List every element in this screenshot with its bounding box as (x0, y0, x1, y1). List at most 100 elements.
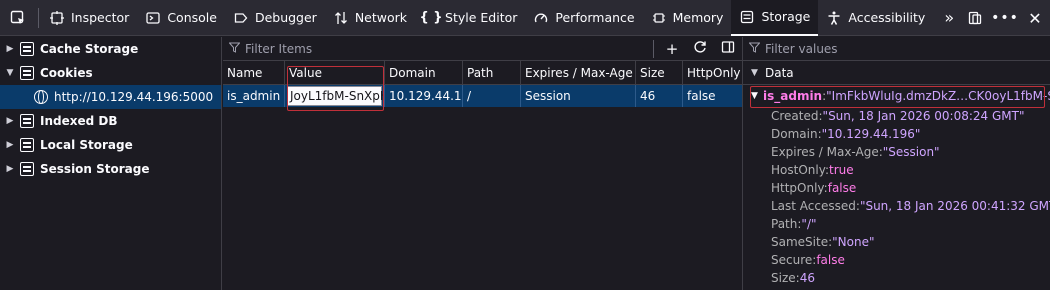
tab-label: Debugger (254, 10, 317, 25)
dock-toggle-button[interactable] (960, 0, 990, 36)
property-row[interactable]: Created:"Sun, 18 Jan 2026 00:08:24 GMT" (743, 107, 1050, 125)
cell-size[interactable]: 46 (636, 85, 683, 107)
tree-item-cookies[interactable]: ▼ Cookies (0, 61, 221, 85)
cell-domain[interactable]: 10.129.44.196 (385, 85, 463, 107)
root-key: is_admin (763, 89, 823, 103)
cookies-table-panel: Filter Items + Name Value Domain Path Ex… (223, 37, 742, 290)
tab-label: Memory (672, 10, 724, 25)
property-row[interactable]: Expires / Max-Age:"Session" (743, 143, 1050, 161)
tree-item-host[interactable]: http://10.129.44.196:5000 (0, 85, 221, 109)
collapse-arrow-icon[interactable]: ▼ (751, 85, 758, 107)
property-row[interactable]: SameSite:"None" (743, 233, 1050, 251)
tree-item-indexed-db[interactable]: ▶ Indexed DB (0, 109, 221, 133)
property-value: "Sun, 18 Jan 2026 00:41:32 GMT" (859, 199, 1050, 213)
tab-label: Inspector (71, 10, 130, 25)
cell-value-editor[interactable]: JoyL1fbM-SnXpH0 (287, 86, 384, 106)
more-options-button[interactable]: ••• (990, 0, 1020, 36)
cookie-properties: Created:"Sun, 18 Jan 2026 00:08:24 GMT" D… (743, 107, 1050, 287)
collapse-arrow-icon[interactable]: ▼ (0, 68, 20, 78)
expand-arrow-icon[interactable]: ▶ (0, 140, 20, 150)
cell-path[interactable]: / (463, 85, 521, 107)
tree-item-label: Cookies (40, 66, 93, 80)
property-value: "10.129.44.196" (821, 127, 921, 141)
property-row[interactable]: Path:"/" (743, 215, 1050, 233)
data-section-header[interactable]: ▼ Data (743, 61, 1050, 85)
column-header-domain[interactable]: Domain (385, 61, 463, 85)
refresh-icon (694, 40, 706, 53)
tab-storage[interactable]: Storage (731, 0, 819, 36)
ellipsis-icon: ••• (991, 10, 1019, 26)
tab-label: Accessibility (848, 10, 926, 25)
column-header-name[interactable]: Name (223, 61, 285, 85)
tab-network[interactable]: Network (325, 0, 415, 36)
storage-icon (20, 138, 34, 152)
tree-item-session-storage[interactable]: ▶ Session Storage (0, 157, 221, 181)
globe-icon (34, 90, 48, 104)
debugger-icon (233, 10, 249, 26)
cell-expires[interactable]: Session (521, 85, 636, 107)
sidebar-filter-bar: Filter values (743, 37, 1050, 61)
refresh-button[interactable] (686, 40, 714, 58)
property-value: "Session" (882, 145, 940, 159)
tab-accessibility[interactable]: Accessibility (818, 0, 933, 36)
property-key: SameSite (771, 235, 829, 249)
tab-memory[interactable]: Memory (643, 0, 732, 36)
property-value: false (827, 181, 857, 195)
property-key: Secure (771, 253, 813, 267)
table-row[interactable]: is_admin JoyL1fbM-SnXpH0 10.129.44.196 /… (223, 85, 742, 107)
storage-icon (20, 162, 34, 176)
tree-item-label: Local Storage (40, 138, 133, 152)
property-row[interactable]: Domain:"10.129.44.196" (743, 125, 1050, 143)
tab-console[interactable]: Console (137, 0, 225, 36)
tree-item-local-storage[interactable]: ▶ Local Storage (0, 133, 221, 157)
cookie-root-node[interactable]: ▼ is_admin:"ImFkbWluIg.dmzDkZ…CK0oyL1fbM… (743, 85, 1050, 107)
property-row[interactable]: Last Accessed:"Sun, 18 Jan 2026 00:41:32… (743, 197, 1050, 215)
property-value: "/" (801, 217, 817, 231)
column-header-size[interactable]: Size (636, 61, 683, 85)
filter-icon (223, 42, 245, 56)
close-button[interactable]: ✕ (1020, 0, 1050, 36)
cell-value[interactable]: JoyL1fbM-SnXpH0 (285, 85, 385, 107)
tab-performance[interactable]: Performance (525, 0, 642, 36)
tab-label: Style Editor (445, 10, 518, 25)
tab-label: Storage (761, 9, 811, 24)
filter-values-input[interactable]: Filter values (765, 42, 1050, 56)
toggle-sidebar-button[interactable] (714, 40, 742, 58)
tree-item-label: http://10.129.44.196:5000 (54, 90, 214, 104)
storage-icon (20, 66, 34, 80)
column-header-value[interactable]: Value (285, 61, 385, 85)
cell-name[interactable]: is_admin (223, 85, 285, 107)
element-picker-icon (10, 10, 24, 24)
column-header-expires[interactable]: Expires / Max-Age (521, 61, 636, 85)
filter-items-input[interactable]: Filter Items (245, 42, 649, 56)
cell-httponly[interactable]: false (683, 85, 742, 107)
expand-arrow-icon[interactable]: ▶ (0, 44, 20, 54)
property-row[interactable]: HttpOnly:false (743, 179, 1050, 197)
expand-arrow-icon[interactable]: ▶ (0, 116, 20, 126)
style-editor-icon: { } (419, 10, 443, 25)
section-title: Data (765, 66, 794, 80)
tab-inspector[interactable]: Inspector (41, 0, 137, 36)
close-icon: ✕ (1028, 8, 1042, 28)
tree-item-cache-storage[interactable]: ▶ Cache Storage (0, 37, 221, 61)
column-header-path[interactable]: Path (463, 61, 521, 85)
filter-icon (743, 42, 765, 56)
expand-arrow-icon[interactable]: ▶ (0, 164, 20, 174)
storage-icon (20, 114, 34, 128)
network-icon (333, 10, 349, 26)
column-header-httponly[interactable]: HttpOnly (683, 61, 742, 85)
performance-icon (533, 10, 549, 26)
chevron-double-right-icon: » (944, 8, 955, 27)
property-row[interactable]: Size:46 (743, 269, 1050, 287)
tab-debugger[interactable]: Debugger (225, 0, 325, 36)
details-sidebar: Filter values ▼ Data ▼ is_admin:"ImFkbWl… (742, 37, 1050, 290)
property-key: Expires / Max-Age (771, 145, 879, 159)
property-value: "Sun, 18 Jan 2026 00:08:24 GMT" (822, 109, 1025, 123)
element-picker-button[interactable] (0, 0, 36, 36)
collapse-arrow-icon[interactable]: ▼ (751, 61, 758, 85)
property-row[interactable]: Secure:false (743, 251, 1050, 269)
property-row[interactable]: HostOnly:true (743, 161, 1050, 179)
tab-style-editor[interactable]: { } Style Editor (415, 0, 525, 36)
add-item-button[interactable]: + (658, 40, 686, 58)
tab-label: Performance (555, 10, 635, 25)
